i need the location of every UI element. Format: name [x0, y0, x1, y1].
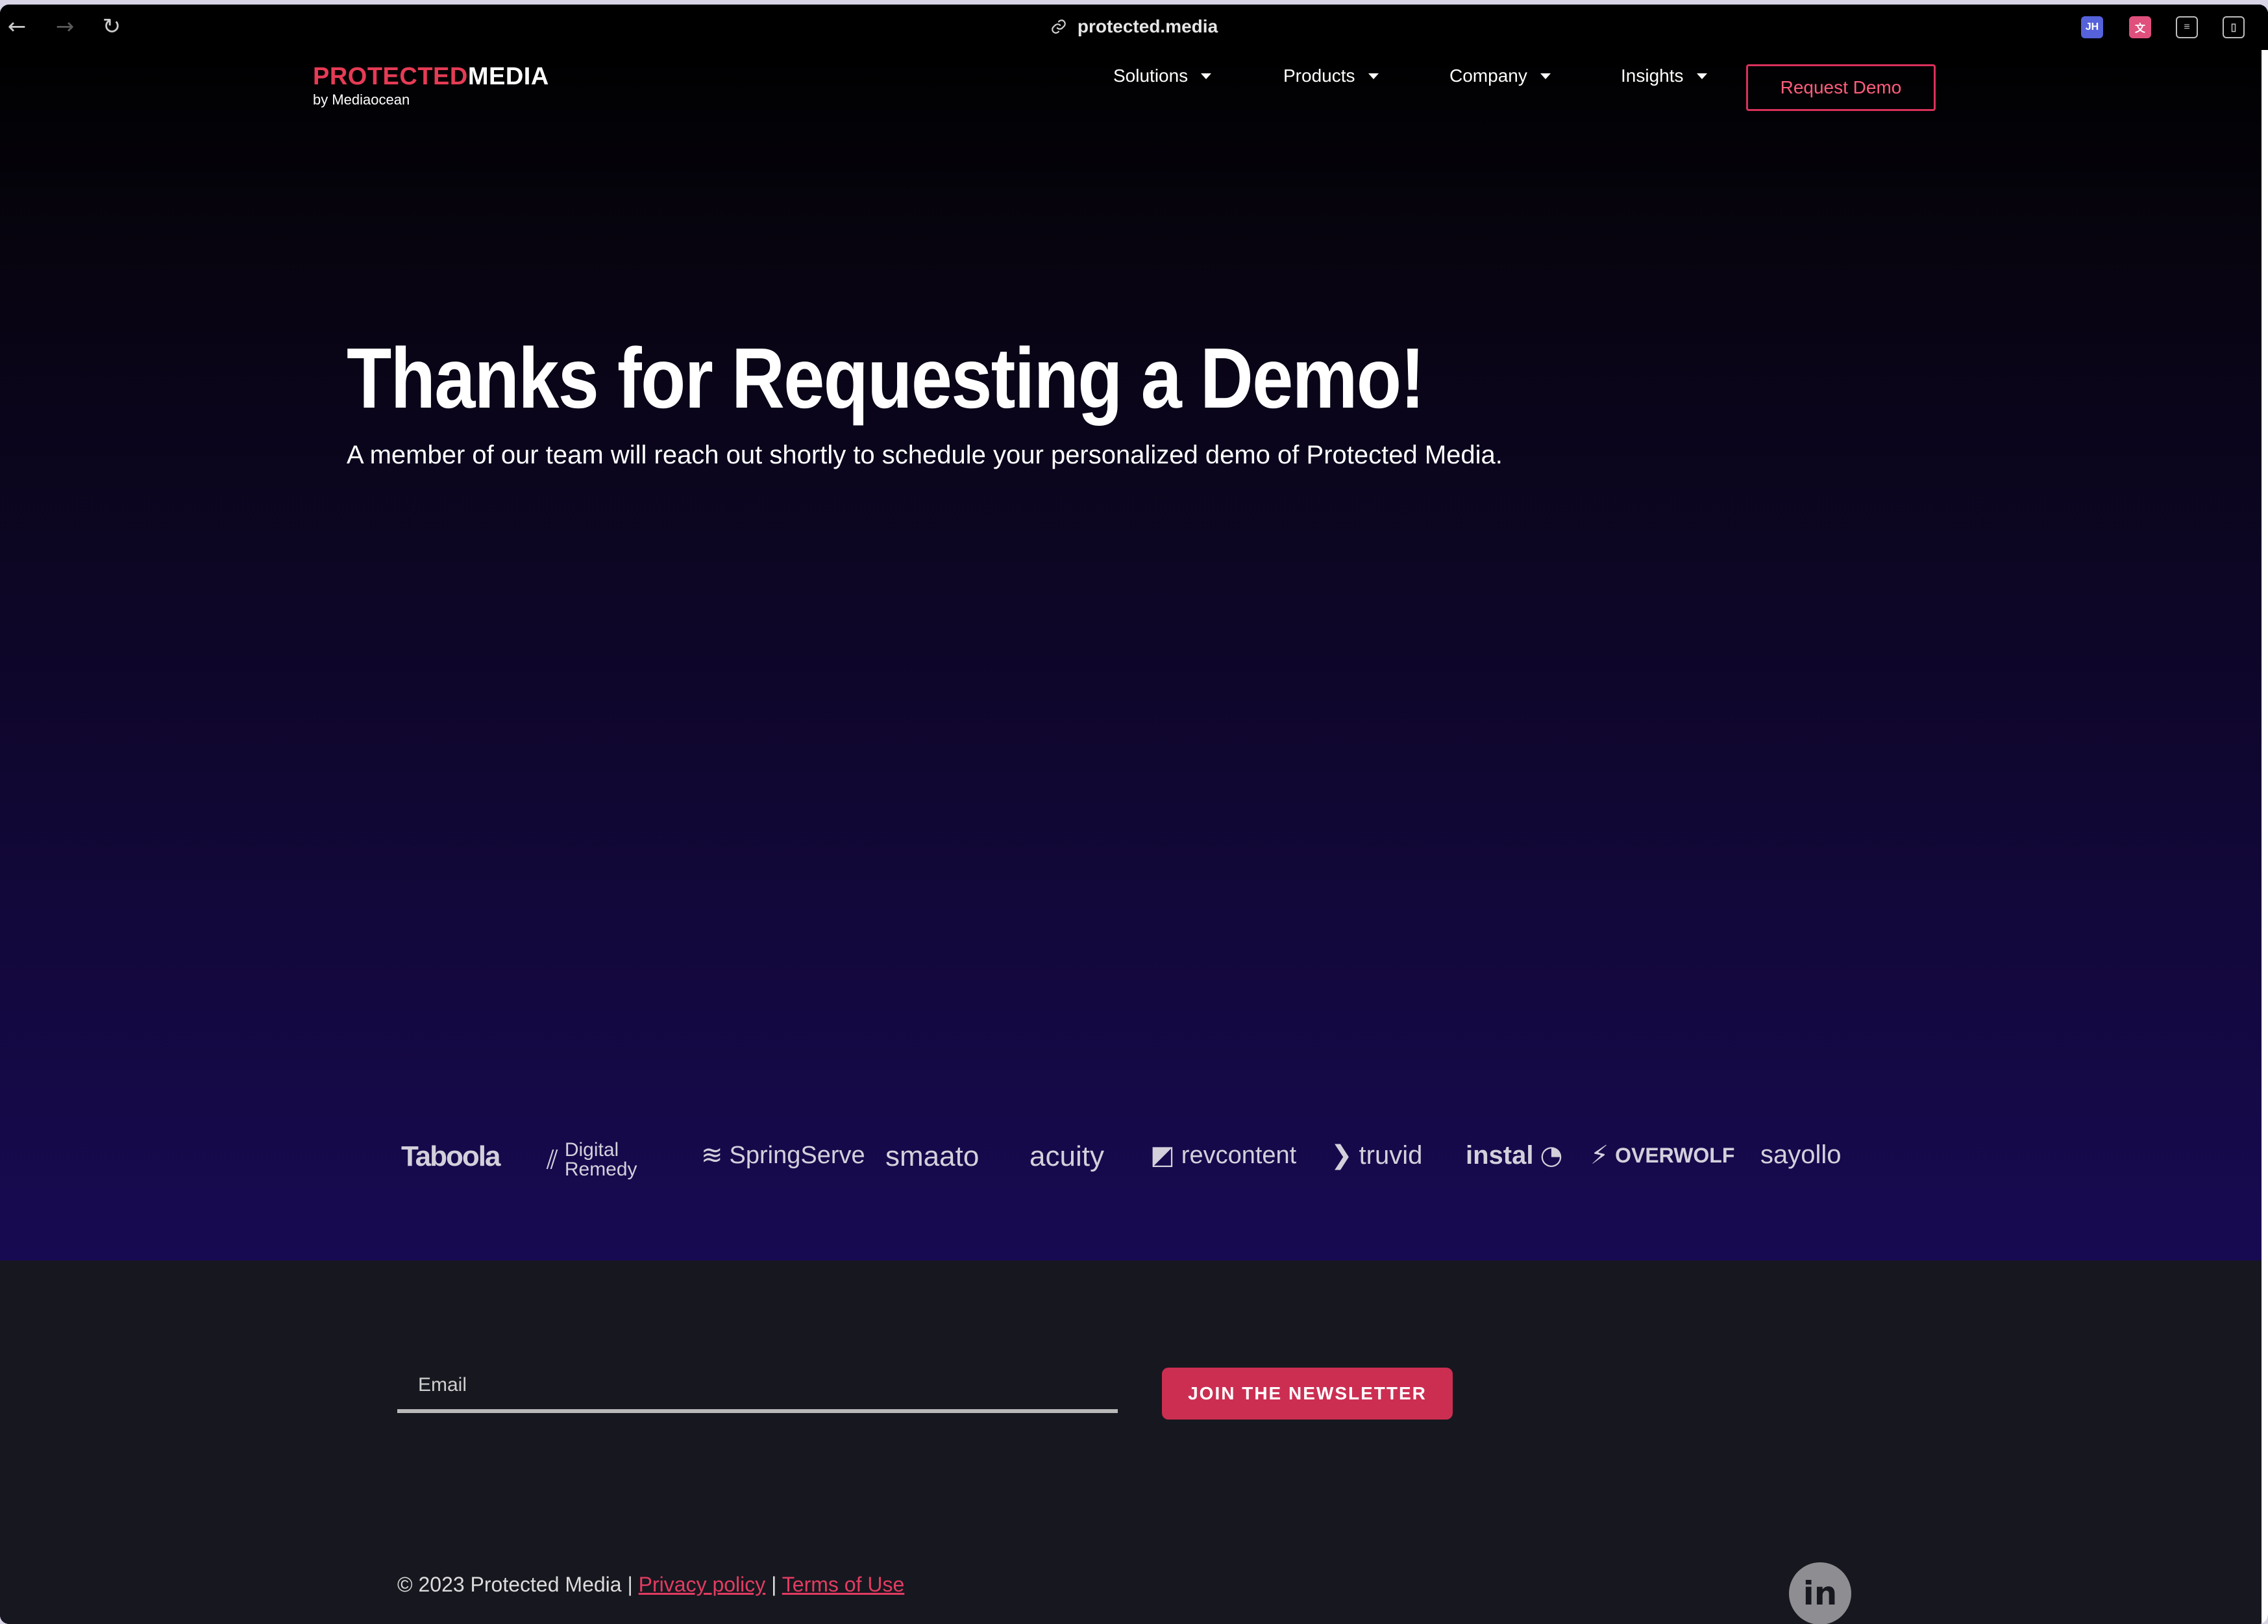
- sidebar-toggle-icon[interactable]: ▯: [2223, 16, 2245, 38]
- smaato-logo: smaato: [885, 1140, 979, 1173]
- window-edge: [2262, 50, 2268, 1624]
- page-content: PROTECTEDMEDIA by Mediaocean Solutions P…: [0, 50, 2262, 1624]
- copyright-text: © 2023 Protected Media |: [397, 1573, 633, 1596]
- instal-logo: instal ◔: [1466, 1140, 1562, 1170]
- instal-mark-icon: ◔: [1540, 1140, 1563, 1170]
- nav-products-label: Products: [1283, 66, 1355, 86]
- logo-subtitle: by Mediaocean: [313, 92, 410, 108]
- url-text: protected.media: [1077, 16, 1218, 36]
- revcontent-logo-text: revcontent: [1181, 1141, 1297, 1169]
- acuity-logo-text: acuity: [1029, 1140, 1104, 1172]
- taboola-logo: Taboola: [401, 1140, 500, 1173]
- digital-remedy-mark-icon: ⫽: [547, 1145, 558, 1175]
- sayollo-logo: sayollo: [1760, 1140, 1842, 1170]
- footer-separator: |: [771, 1573, 777, 1596]
- site-header: PROTECTEDMEDIA by Mediaocean Solutions P…: [0, 50, 2262, 141]
- nav-insights-label: Insights: [1621, 66, 1684, 86]
- acuity-logo: acuity: [1029, 1140, 1104, 1173]
- springserve-logo-text: SpringServe: [729, 1141, 865, 1169]
- nav-insights[interactable]: Insights: [1621, 62, 1707, 90]
- overwolf-logo: ⚡ OVERWOLF: [1590, 1140, 1734, 1170]
- truvid-logo-text: truvid: [1359, 1140, 1423, 1170]
- page-subtitle: A member of our team will reach out shor…: [347, 441, 1503, 469]
- copyright: © 2023 Protected Media | Privacy policy …: [397, 1573, 904, 1597]
- newsletter-email-wrap: [397, 1361, 1118, 1421]
- overwolf-mark-icon: ⚡: [1590, 1140, 1609, 1170]
- linkedin-icon[interactable]: in: [1789, 1562, 1851, 1624]
- browser-toolbar: ← → ↻ protected.media JH 文 ≡ ▯: [0, 5, 2268, 50]
- request-demo-button[interactable]: Request Demo: [1746, 64, 1936, 111]
- revcontent-logo: ◩ revcontent: [1150, 1140, 1296, 1170]
- instal-logo-text: instal: [1466, 1140, 1534, 1170]
- caret-down-icon: [1696, 73, 1707, 79]
- nav-company-label: Company: [1449, 66, 1527, 86]
- truvid-mark-icon: ❯: [1331, 1140, 1353, 1170]
- link-icon: [1052, 19, 1066, 34]
- caret-down-icon: [1368, 73, 1379, 79]
- digital-remedy-logo-text: Digital Remedy: [564, 1139, 637, 1180]
- privacy-policy-link[interactable]: Privacy policy: [639, 1573, 766, 1596]
- nav-solutions[interactable]: Solutions: [1113, 62, 1212, 90]
- revcontent-mark-icon: ◩: [1150, 1140, 1175, 1170]
- client-logos-strip: Taboola ⫽ Digital Remedy ≋ SpringServe s…: [0, 1140, 2262, 1205]
- nav-company[interactable]: Company: [1449, 62, 1551, 90]
- caret-down-icon: [1540, 73, 1551, 79]
- taboola-logo-text: Taboola: [401, 1140, 500, 1172]
- digital-remedy-logo: ⫽ Digital Remedy: [547, 1140, 649, 1179]
- browser-window: ← → ↻ protected.media JH 文 ≡ ▯ PROTECTED…: [0, 5, 2268, 1624]
- join-newsletter-button[interactable]: JOIN THE NEWSLETTER: [1162, 1368, 1453, 1420]
- smaato-logo-text: smaato: [885, 1140, 980, 1172]
- springserve-mark-icon: ≋: [701, 1140, 723, 1170]
- sayollo-logo-text: sayollo: [1760, 1140, 1842, 1169]
- nav-solutions-label: Solutions: [1113, 66, 1189, 86]
- springserve-logo: ≋ SpringServe: [701, 1140, 865, 1170]
- logo-brand-white: MEDIA: [467, 63, 549, 90]
- email-input[interactable]: [397, 1361, 1118, 1413]
- nav-products[interactable]: Products: [1283, 62, 1379, 90]
- logo-brand-red: PROTECTED: [313, 63, 468, 90]
- translate-extension-icon[interactable]: 文: [2129, 16, 2151, 38]
- page-title: Thanks for Requesting a Demo!: [347, 330, 1425, 426]
- protected-media-logo[interactable]: PROTECTEDMEDIA by Mediaocean: [313, 64, 549, 108]
- extension-icon[interactable]: ≡: [2176, 16, 2198, 38]
- terms-of-use-link[interactable]: Terms of Use: [782, 1573, 904, 1596]
- caret-down-icon: [1201, 73, 1212, 79]
- address-bar[interactable]: protected.media: [0, 16, 2268, 37]
- extension-jh-icon[interactable]: JH: [2081, 16, 2103, 38]
- overwolf-logo-text: OVERWOLF: [1615, 1143, 1735, 1167]
- site-footer: [0, 1261, 2262, 1624]
- truvid-logo: ❯ truvid: [1331, 1140, 1422, 1170]
